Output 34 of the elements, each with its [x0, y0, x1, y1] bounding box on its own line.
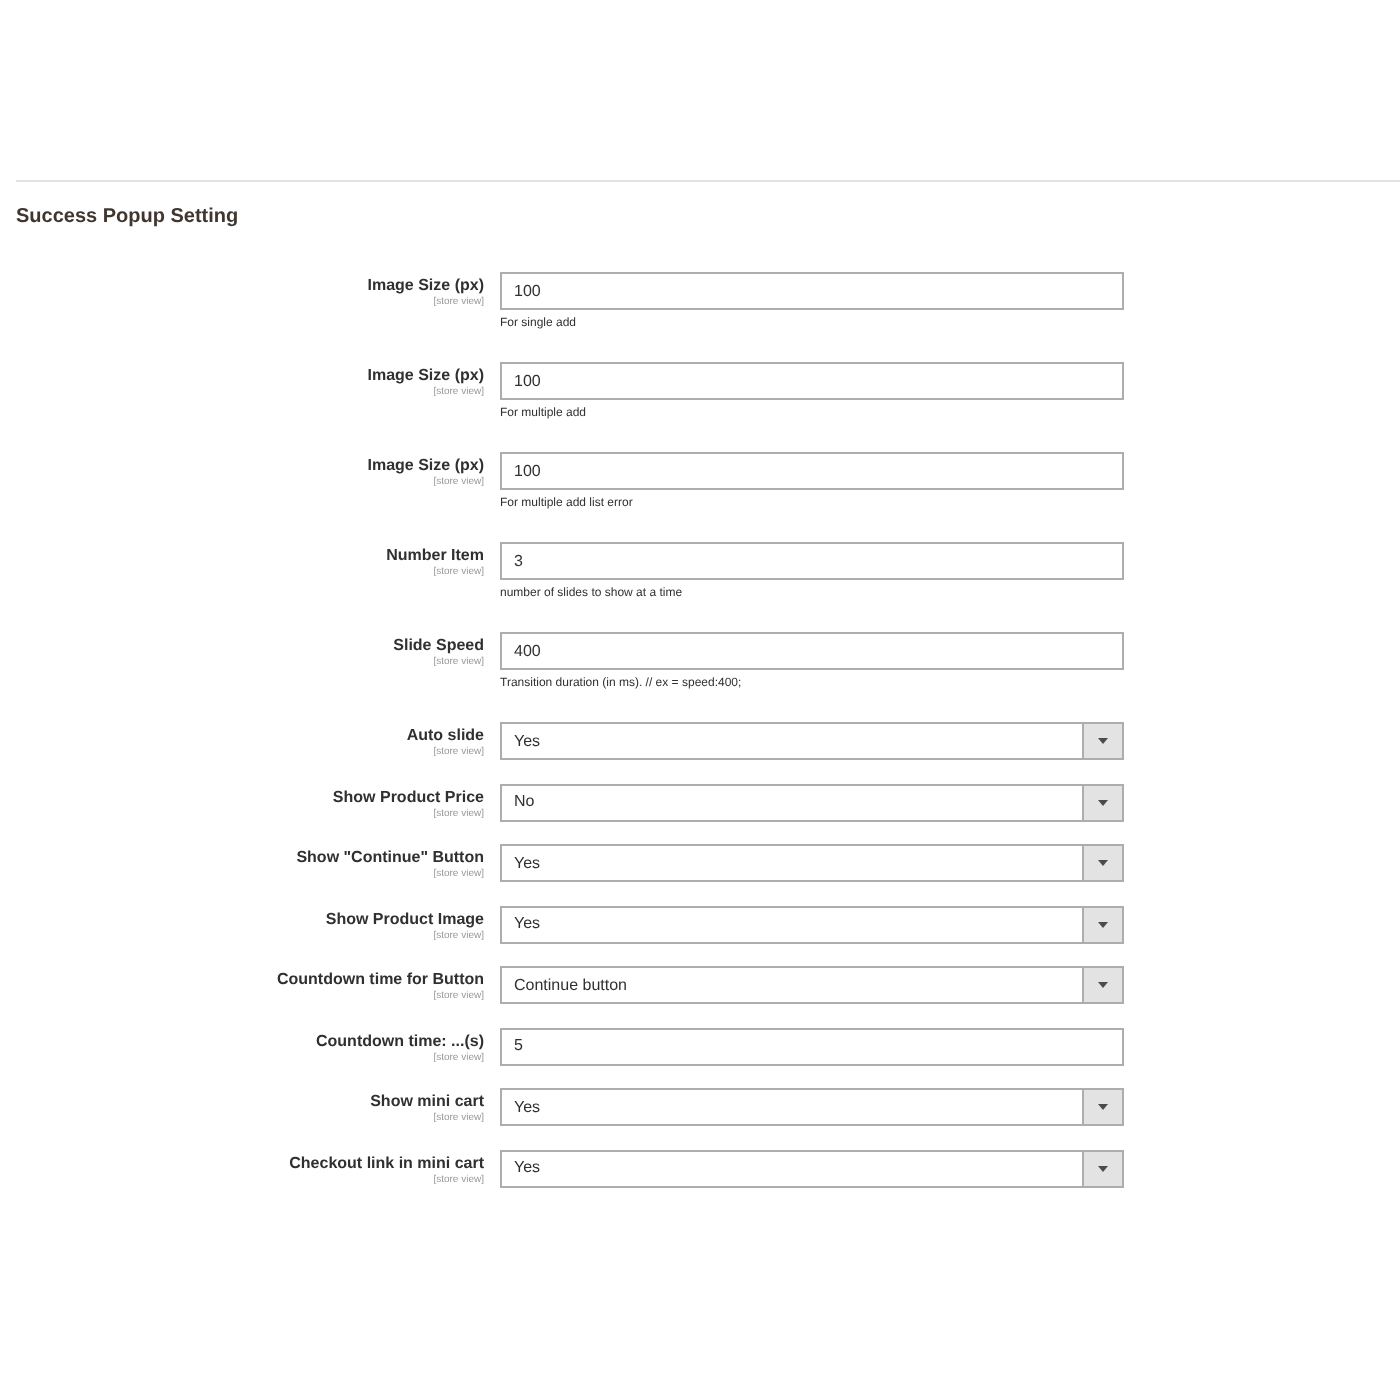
caret-icon	[1098, 1165, 1108, 1171]
field-label: Auto slide	[406, 724, 484, 746]
dropdown-field[interactable]: Continue button	[500, 966, 1124, 1004]
input-field[interactable]: 5	[500, 1027, 1124, 1065]
input-field[interactable]: 400	[500, 632, 1124, 670]
field-label: Checkout link in mini cart	[289, 1151, 484, 1173]
dropdown-field[interactable]: No	[500, 783, 1124, 821]
input-field[interactable]: 100	[500, 452, 1124, 490]
field-label: Countdown time for Button	[276, 968, 484, 990]
field-label: Countdown time: ...(s)	[316, 1029, 484, 1050]
field-label: Image Size (px)	[367, 274, 484, 296]
field-label: Image Size (px)	[367, 454, 484, 476]
field-label: Show Product Image	[325, 907, 484, 928]
input-field[interactable]: 100	[500, 362, 1124, 400]
field-label: Image Size (px)	[367, 364, 484, 386]
dropdown-field[interactable]: Yes	[500, 844, 1124, 882]
caret-icon	[1098, 982, 1108, 988]
field-label: Show mini cart	[370, 1090, 484, 1112]
dropdown-field[interactable]: Yes	[500, 905, 1124, 943]
field-label: Number Item	[386, 544, 484, 566]
dropdown-field[interactable]: Yes	[500, 1149, 1124, 1187]
input-field[interactable]: 3	[500, 542, 1124, 580]
input-field[interactable]: 100	[500, 272, 1124, 310]
section-title: Success Popup Setting	[16, 204, 239, 232]
caret-icon	[1098, 738, 1108, 744]
field-label: Show "Continue" Button	[296, 846, 484, 868]
dropdown-field[interactable]: Yes	[500, 722, 1124, 760]
caret-icon	[1098, 860, 1108, 866]
field-label: Slide Speed	[393, 634, 484, 656]
caret-icon	[1098, 921, 1108, 927]
caret-icon	[1098, 799, 1108, 805]
caret-icon	[1098, 1104, 1108, 1110]
field-label: Show Product Price	[332, 785, 484, 807]
dropdown-field[interactable]: Yes	[500, 1088, 1124, 1126]
